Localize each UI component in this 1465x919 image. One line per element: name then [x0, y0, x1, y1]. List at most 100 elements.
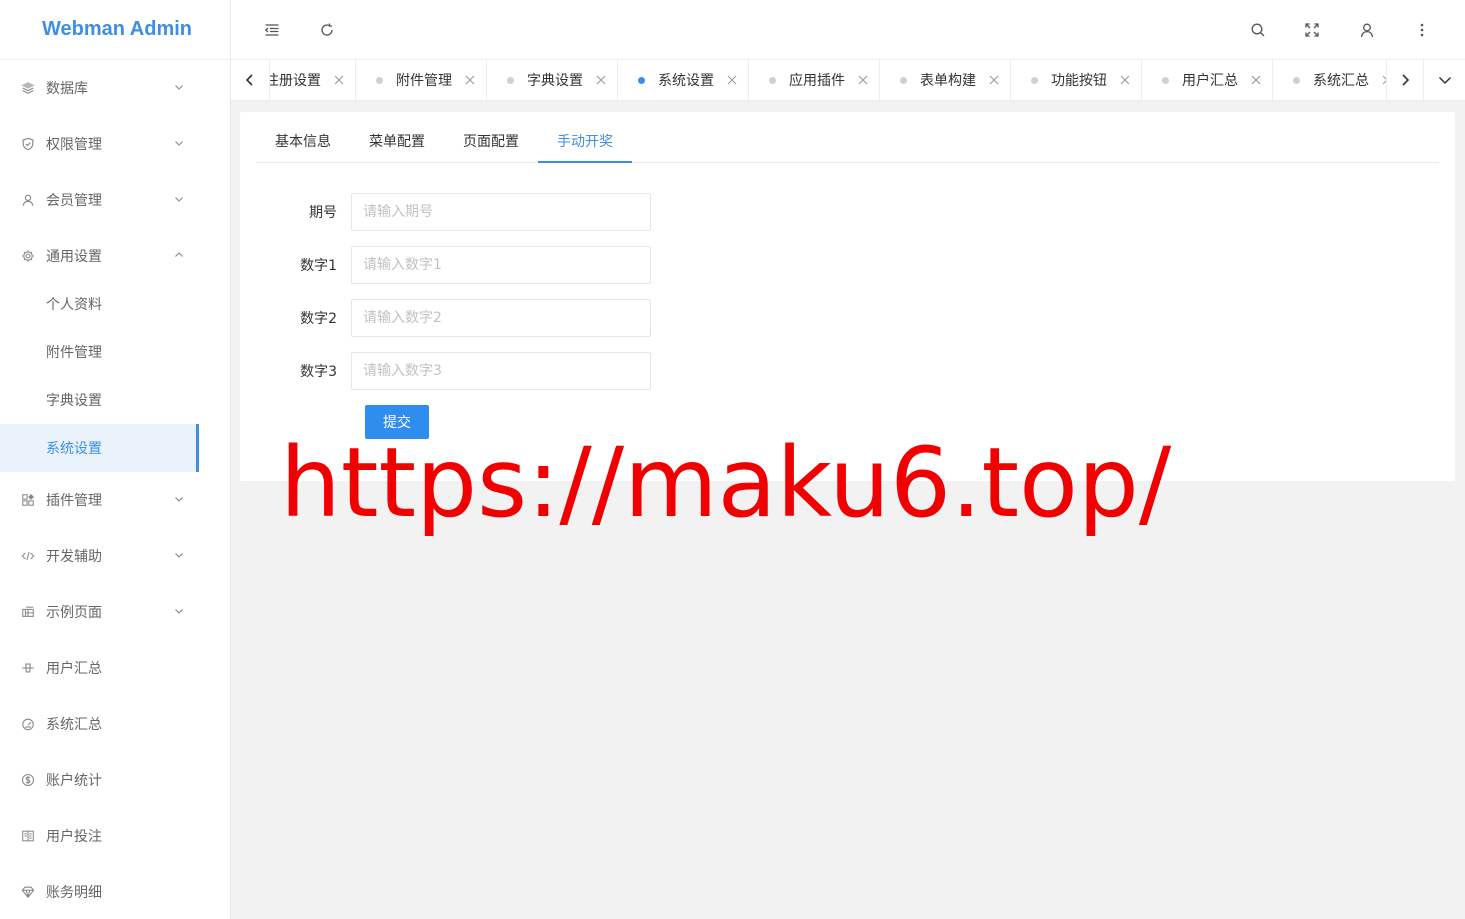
search-icon[interactable] [1248, 20, 1268, 40]
sidebar-item-account-stats[interactable]: 账户统计 [0, 752, 230, 808]
tabs-menu-button[interactable] [1423, 60, 1465, 100]
chevron-down-icon [174, 138, 184, 148]
tabs-scroll-right-button[interactable] [1386, 60, 1423, 100]
tab-label: 附件管理 [396, 73, 452, 89]
tab-label: 注册设置 [270, 73, 321, 89]
sidebar-item-label: 用户投注 [46, 829, 102, 845]
tab-basic-info[interactable]: 基本信息 [256, 122, 350, 162]
chevron-down-icon [174, 494, 184, 504]
user-icon[interactable] [1357, 20, 1377, 40]
chevron-down-icon [174, 82, 184, 92]
sidebar-item-ledger[interactable]: 账务明细 [0, 864, 230, 919]
apps-icon [20, 493, 35, 508]
close-icon[interactable] [595, 74, 607, 86]
chevron-up-icon [174, 250, 184, 260]
close-icon[interactable] [333, 74, 345, 86]
tab-user-summary[interactable]: 用户汇总 [1142, 60, 1273, 100]
read-icon [20, 829, 35, 844]
settings-card: 基本信息 菜单配置 页面配置 手动开奖 期号 数字1 数字2 数字3 提交 [240, 112, 1455, 481]
sidebar-item-label: 通用设置 [46, 249, 102, 265]
commit-icon [20, 661, 35, 676]
tab-page-config[interactable]: 页面配置 [444, 122, 538, 162]
logo-text: Webman Admin [41, 18, 192, 40]
chevron-right-icon [1398, 73, 1412, 87]
chevron-down-icon [1438, 73, 1452, 87]
tab-status-dot [1031, 76, 1038, 84]
sidebar-subitem-dictionary[interactable]: 字典设置 [0, 376, 230, 424]
tabs-list: 注册设置 附件管理 字典设置 系统设置 应用插件 表单构建 功能按钮 用户汇总 … [270, 60, 1386, 100]
number2-input[interactable] [351, 299, 651, 337]
number3-input[interactable] [351, 352, 651, 390]
sidebar-subitem-label: 附件管理 [46, 345, 102, 361]
user-icon [20, 193, 35, 208]
logo[interactable]: Webman Admin [0, 0, 230, 60]
close-icon[interactable] [726, 74, 738, 86]
tab-system-settings[interactable]: 系统设置 [618, 60, 749, 100]
tab-dictionary[interactable]: 字典设置 [487, 60, 618, 100]
tab-manual-draw[interactable]: 手动开奖 [538, 122, 632, 163]
sidebar-menu: 数据库 权限管理 会员管理 通用设置 [0, 60, 230, 284]
sidebar-subitem-attachments[interactable]: 附件管理 [0, 328, 230, 376]
sidebar-item-examples[interactable]: 示例页面 [0, 584, 230, 640]
sidebar-subitem-system-settings[interactable]: 系统设置 [0, 424, 199, 472]
tab-label: 表单构建 [920, 73, 976, 89]
refresh-icon[interactable] [317, 20, 337, 40]
tab-status-dot [376, 76, 383, 84]
tabs-scroll-left-button[interactable] [231, 60, 270, 100]
tab-label: 字典设置 [527, 73, 583, 89]
tab-system-summary[interactable]: 系统汇总 [1273, 60, 1386, 100]
sidebar-item-user-bets[interactable]: 用户投注 [0, 808, 230, 864]
close-icon[interactable] [464, 74, 476, 86]
fullscreen-icon[interactable] [1302, 20, 1322, 40]
close-icon[interactable] [988, 74, 1000, 86]
tab-status-dot [900, 76, 907, 84]
gauge-icon [20, 717, 35, 732]
tab-label: 用户汇总 [1182, 73, 1238, 89]
submit-button[interactable]: 提交 [365, 405, 429, 439]
sidebar-item-database[interactable]: 数据库 [0, 60, 230, 116]
sidebar-item-members[interactable]: 会员管理 [0, 172, 230, 228]
number1-label: 数字1 [300, 258, 337, 274]
chevron-left-icon [243, 73, 257, 87]
sidebar-item-dev-tools[interactable]: 开发辅助 [0, 528, 230, 584]
close-icon[interactable] [1119, 74, 1131, 86]
tab-app-plugins[interactable]: 应用插件 [749, 60, 880, 100]
period-input[interactable] [351, 193, 651, 231]
sidebar-item-system-summary[interactable]: 系统汇总 [0, 696, 230, 752]
top-header [231, 0, 1465, 60]
tab-menu-config[interactable]: 菜单配置 [350, 122, 444, 162]
number3-label: 数字3 [300, 364, 337, 380]
sidebar-item-label: 插件管理 [46, 493, 102, 509]
number1-input[interactable] [351, 246, 651, 284]
tab-label: 系统设置 [658, 73, 714, 89]
more-icon[interactable] [1412, 20, 1432, 40]
tab-label: 功能按钮 [1051, 73, 1107, 89]
code-icon [20, 549, 35, 564]
sidebar-item-user-summary[interactable]: 用户汇总 [0, 640, 230, 696]
tab-attachments[interactable]: 附件管理 [356, 60, 487, 100]
sidebar-item-plugins[interactable]: 插件管理 [0, 472, 230, 528]
period-label: 期号 [309, 205, 337, 221]
close-icon[interactable] [1250, 74, 1262, 86]
sidebar-item-general-settings[interactable]: 通用设置 [0, 228, 230, 284]
gear-icon [20, 249, 35, 264]
close-icon[interactable] [857, 74, 869, 86]
form-row-number3: 数字3 [256, 352, 651, 390]
sidebar-subitem-label: 字典设置 [46, 393, 102, 409]
sidebar-menu-lower: 插件管理 开发辅助 示例页面 用户汇总 系统汇总 账户统计 用户投注 账务明细 [0, 472, 230, 919]
page-tabs-bar: 注册设置 附件管理 字典设置 系统设置 应用插件 表单构建 功能按钮 用户汇总 … [231, 60, 1465, 101]
tab-function-buttons[interactable]: 功能按钮 [1011, 60, 1142, 100]
sidebar-item-label: 开发辅助 [46, 549, 102, 565]
sidebar-item-permissions[interactable]: 权限管理 [0, 116, 230, 172]
collapse-menu-icon[interactable] [262, 20, 282, 40]
tab-form-builder[interactable]: 表单构建 [880, 60, 1011, 100]
tab-status-dot [1162, 76, 1169, 84]
sidebar-item-label: 权限管理 [46, 137, 102, 153]
dollar-icon [20, 773, 35, 788]
sidebar-item-label: 示例页面 [46, 605, 102, 621]
layers-icon [20, 81, 35, 96]
tab-register-settings[interactable]: 注册设置 [270, 60, 356, 100]
sidebar-subitem-profile[interactable]: 个人资料 [0, 280, 230, 328]
tab-label: 应用插件 [789, 73, 845, 89]
form-row-number1: 数字1 [256, 246, 651, 284]
